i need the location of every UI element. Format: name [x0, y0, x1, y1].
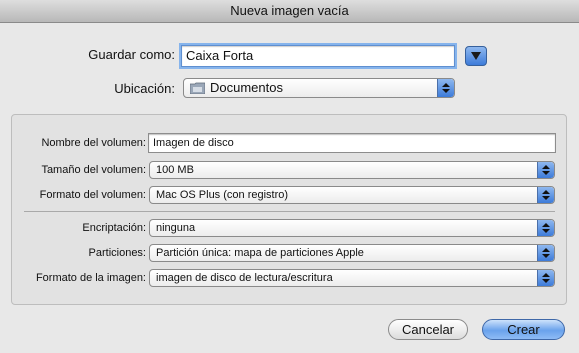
expand-disclosure-button[interactable]: [465, 46, 487, 66]
volume-size-label: Tamaño del volumen:: [41, 164, 146, 176]
location-label: Ubicación:: [114, 81, 175, 96]
image-format-label: Formato de la imagen:: [35, 272, 146, 284]
partitions-value: Partición única: mapa de particiones App…: [156, 247, 364, 259]
updown-arrows-icon: [542, 223, 550, 233]
popup-arrows: [437, 79, 454, 97]
save-as-field[interactable]: Caixa Forta: [181, 45, 455, 67]
separator: [24, 211, 555, 212]
create-button[interactable]: Crear: [482, 319, 565, 340]
volume-format-popup[interactable]: Mac OS Plus (con registro): [149, 186, 555, 204]
chevron-down-icon: [471, 52, 481, 60]
volume-name-label: Nombre del volumen:: [41, 137, 146, 149]
partitions-popup[interactable]: Partición única: mapa de particiones App…: [149, 244, 555, 262]
image-format-value: imagen de disco de lectura/escritura: [156, 272, 333, 284]
dialog-window: Nueva imagen vacía Guardar como: Caixa F…: [0, 0, 579, 353]
volume-format-value: Mac OS Plus (con registro): [156, 189, 289, 201]
partitions-label: Particiones:: [88, 247, 146, 259]
save-as-label: Guardar como:: [88, 47, 175, 62]
window-title: Nueva imagen vacía: [0, 0, 579, 23]
folder-icon: [190, 82, 205, 94]
updown-arrows-icon: [542, 190, 550, 200]
updown-arrows-icon: [542, 248, 550, 258]
volume-size-popup[interactable]: 100 MB: [149, 161, 555, 179]
location-value: Documentos: [210, 80, 283, 95]
encryption-value: ninguna: [156, 222, 196, 234]
updown-arrows-icon: [542, 165, 550, 175]
location-popup[interactable]: Documentos: [183, 78, 455, 98]
image-format-popup[interactable]: imagen de disco de lectura/escritura: [149, 269, 555, 287]
updown-arrows-icon: [442, 83, 450, 93]
volume-size-value: 100 MB: [156, 164, 194, 176]
cancel-button[interactable]: Cancelar: [388, 319, 468, 340]
encryption-popup[interactable]: ninguna: [149, 219, 555, 237]
volume-format-label: Formato del volumen:: [39, 189, 146, 201]
volume-name-field[interactable]: Imagen de disco: [148, 133, 556, 153]
encryption-label: Encriptación:: [82, 222, 146, 234]
updown-arrows-icon: [542, 273, 550, 283]
